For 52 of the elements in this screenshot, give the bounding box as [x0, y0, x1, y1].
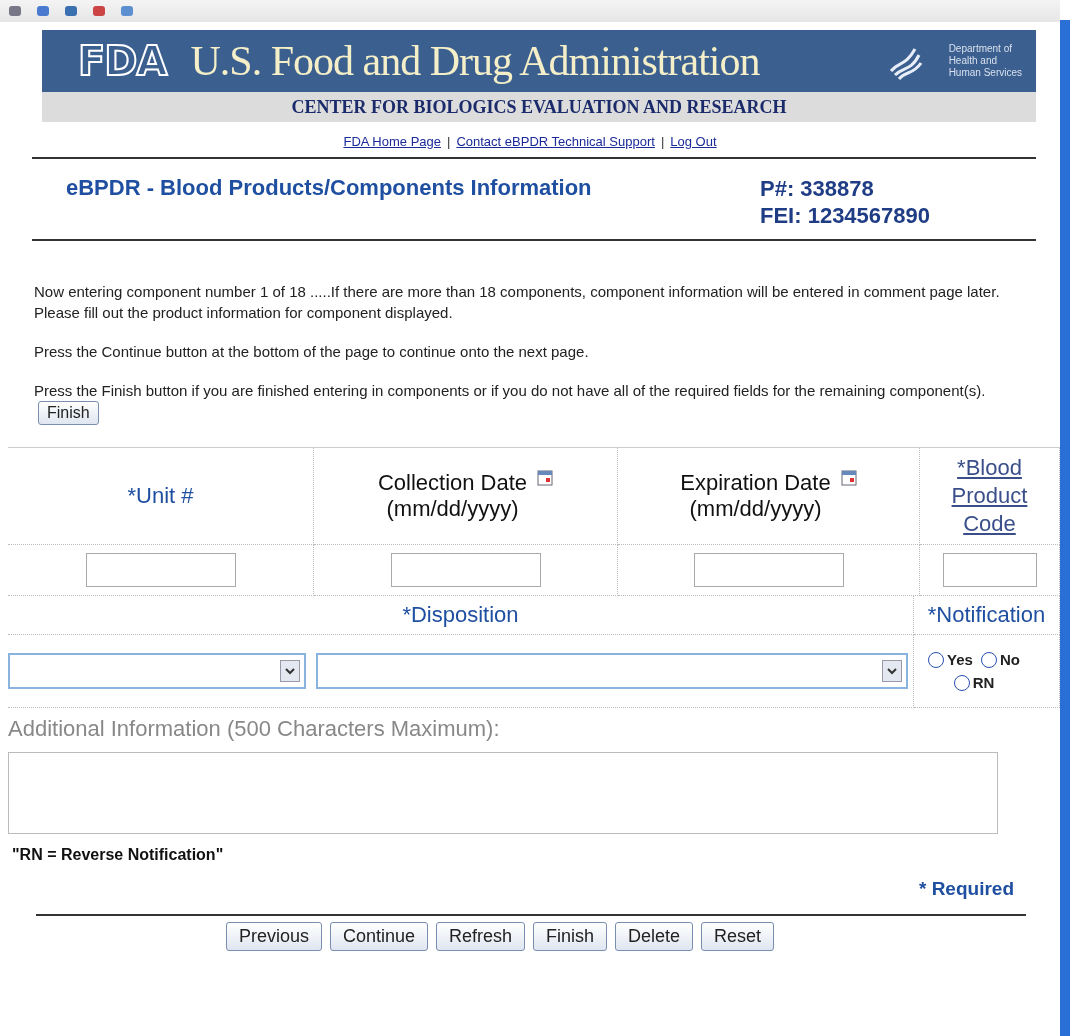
- field-label: Additional Information (500 Characters Maximum):: [8, 716, 501, 742]
- calendar-icon[interactable]: [840, 470, 857, 486]
- nav-link[interactable]: Log Out: [670, 134, 717, 149]
- page-title: eBPDR - Blood Products/Components Information: [66, 175, 593, 202]
- nav-separator: |: [447, 134, 451, 149]
- finish-button[interactable]: Finish: [38, 401, 99, 425]
- nav-link[interactable]: Contact eBPDR Technical Support: [456, 134, 655, 149]
- input-field[interactable]: [942, 553, 1037, 587]
- radio-option[interactable]: Yes: [928, 651, 973, 668]
- column-label: *Unit #: [127, 483, 194, 509]
- field-label: *Notification: [927, 602, 1046, 628]
- department-text: Human Services: [948, 67, 1022, 79]
- agency-logo: FDA: [78, 38, 167, 84]
- record-id: P#: 338878: [760, 175, 875, 202]
- input-field[interactable]: [390, 553, 541, 587]
- caret-icon[interactable]: [280, 660, 300, 682]
- nav-link[interactable]: FDA Home Page: [343, 134, 441, 149]
- radio-option[interactable]: No: [980, 651, 1020, 668]
- form-button[interactable]: Delete: [615, 922, 694, 951]
- toolbar-icon[interactable]: [36, 5, 50, 17]
- column-link[interactable]: *Blood Product Code: [929, 454, 1050, 538]
- note-text: "RN = Reverse Notification": [12, 846, 225, 864]
- nav-separator: |: [660, 134, 665, 149]
- instruction-text: Now entering component number 1 of 18 .....If there are more than 18 components, component information will be entered in comment page later. Please fill out the product information for component displayed.: [34, 282, 1001, 323]
- toolbar-icon[interactable]: [8, 5, 22, 17]
- caret-icon[interactable]: [882, 660, 902, 682]
- column-label: Collection Date: [377, 470, 528, 496]
- toolbar-icon[interactable]: [92, 5, 106, 17]
- toolbar-icon[interactable]: [64, 5, 78, 17]
- radio-option[interactable]: RN: [953, 674, 995, 691]
- toolbar-icon[interactable]: [120, 5, 134, 17]
- input-field[interactable]: [85, 553, 236, 587]
- form-button[interactable]: Continue: [329, 922, 428, 951]
- text-area[interactable]: [8, 752, 998, 834]
- calendar-icon[interactable]: [537, 470, 554, 486]
- form-button[interactable]: Reset: [701, 922, 775, 951]
- instruction-text: Press the Finish button if you are finished entering in components or if you do not have all of the required fields for the remaining component(s). Finish: [34, 380, 1040, 425]
- center-name: CENTER FOR BIOLOGICS EVALUATION AND RESEARCH: [42, 92, 1036, 122]
- form-button[interactable]: Previous: [225, 922, 322, 951]
- department-text: Department of: [948, 43, 1013, 55]
- date-format-hint: (mm/dd/yyyy): [689, 496, 822, 522]
- record-id: FEI: 1234567890: [760, 202, 931, 229]
- column-label: Expiration Date: [680, 470, 831, 496]
- input-field[interactable]: [693, 553, 844, 587]
- form-button[interactable]: Refresh: [436, 922, 525, 951]
- date-format-hint: (mm/dd/yyyy): [386, 496, 519, 522]
- required-note: * Required: [918, 878, 1014, 900]
- instruction-text: Press the Continue button at the bottom of the page to continue onto the next page.: [34, 342, 590, 362]
- form-button[interactable]: Finish: [533, 922, 608, 951]
- department-text: Health and: [948, 55, 998, 67]
- agency-title: U.S. Food and Drug Administration: [190, 37, 761, 85]
- field-label: *Disposition: [402, 602, 519, 628]
